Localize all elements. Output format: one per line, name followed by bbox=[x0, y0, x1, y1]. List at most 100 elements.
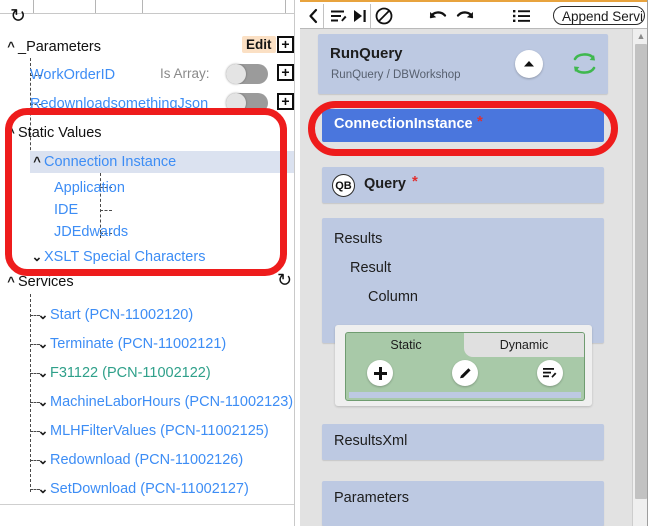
chevron-down-icon: ⌄ bbox=[37, 394, 49, 409]
no-entry-icon[interactable] bbox=[374, 5, 394, 27]
app-root: ↻ ^ _Parameters Edit + WorkOrderID Is Arr… bbox=[0, 0, 648, 526]
is-array-toggle-2[interactable] bbox=[226, 93, 268, 113]
undo-icon[interactable] bbox=[428, 5, 448, 27]
chevron-down-icon: ⌄ bbox=[37, 452, 49, 467]
scroll-up-arrow[interactable]: ▲ bbox=[633, 29, 648, 43]
add-parameter-button[interactable]: + bbox=[277, 36, 294, 53]
chevron-down-icon: ⌄ bbox=[37, 365, 49, 380]
xslt-label: XSLT Special Characters bbox=[44, 249, 206, 265]
add-button[interactable] bbox=[367, 360, 393, 386]
panel-divider bbox=[0, 504, 294, 505]
edit-button[interactable]: Edit bbox=[242, 36, 276, 53]
column-label: Column bbox=[368, 289, 418, 305]
add-row-button[interactable]: + bbox=[277, 64, 294, 81]
chevron-down-icon: ⌄ bbox=[31, 249, 43, 264]
tree-node-application[interactable]: Application bbox=[54, 177, 125, 199]
chevron-down-icon: ⌄ bbox=[37, 336, 49, 351]
toggle-knob bbox=[226, 64, 246, 84]
add-row-button-2[interactable]: + bbox=[277, 93, 294, 110]
connection-instance-label: Connection Instance bbox=[44, 154, 177, 170]
left-tree-panel: ↻ ^ _Parameters Edit + WorkOrderID Is Arr… bbox=[0, 0, 295, 526]
parameters-label: _Parameters bbox=[18, 39, 102, 55]
resultsxml-card[interactable]: ResultsXml bbox=[322, 424, 604, 460]
runquery-header-card[interactable]: RunQuery RunQuery / DBWorkshop bbox=[318, 34, 608, 94]
service-label: Terminate (PCN-11002121) bbox=[50, 336, 227, 352]
editor-toolbar: Append Service C bbox=[300, 2, 648, 29]
edit-lines-button[interactable] bbox=[537, 360, 563, 386]
panel-right-border bbox=[294, 0, 295, 526]
services-label: Services bbox=[18, 274, 74, 290]
tab-container: Static Dynamic bbox=[345, 332, 585, 401]
tree-node-connection-instance[interactable]: ^ Connection Instance bbox=[30, 151, 176, 173]
tab-static[interactable]: Static bbox=[346, 338, 466, 352]
chevron-left-icon[interactable] bbox=[305, 5, 321, 27]
workorderid-label: WorkOrderID bbox=[30, 67, 116, 83]
tree-node-xslt-special-characters[interactable]: ⌄ XSLT Special Characters bbox=[30, 246, 206, 268]
tree-node-jdedwards[interactable]: JDEdwards bbox=[54, 221, 128, 243]
tree-node-parameter-2[interactable]: RedownloadsomethingJson bbox=[30, 93, 208, 115]
edit-button[interactable] bbox=[452, 360, 478, 386]
topbar-divider-2 bbox=[95, 0, 96, 13]
topbar-divider-4 bbox=[285, 0, 286, 13]
connection-instance-label: ConnectionInstance bbox=[334, 116, 473, 132]
toolbar-separator bbox=[370, 4, 371, 28]
service-label: Start (PCN-11002120) bbox=[50, 307, 194, 323]
tree-node-ide[interactable]: IDE bbox=[54, 199, 78, 221]
query-builder-icon[interactable]: QB bbox=[332, 174, 355, 197]
service-item-terminate[interactable]: ⌄ Terminate (PCN-11002121) bbox=[36, 333, 227, 355]
collapse-button[interactable] bbox=[515, 50, 543, 78]
static-values-label: Static Values bbox=[18, 125, 102, 141]
query-row[interactable]: QB Query * bbox=[322, 167, 604, 203]
service-item-machinelaborhours[interactable]: ⌄ MachineLaborHours (PCN-11002123) bbox=[36, 391, 294, 413]
toggle-knob bbox=[226, 93, 246, 113]
service-item-redownload[interactable]: ⌄ Redownload (PCN-11002126) bbox=[36, 449, 244, 471]
step-forward-icon[interactable] bbox=[352, 5, 368, 27]
parameter-2-label: RedownloadsomethingJson bbox=[30, 96, 209, 112]
chevron-down-icon: ⌄ bbox=[37, 423, 49, 438]
service-label: MachineLaborHours (PCN-11002123) bbox=[50, 394, 294, 410]
service-item-f31122[interactable]: ⌄ F31122 (PCN-11002122) bbox=[36, 362, 211, 384]
required-marker: * bbox=[412, 173, 418, 190]
toolbar-separator bbox=[323, 4, 324, 28]
tree-node-static-values[interactable]: ^ Static Values bbox=[4, 122, 102, 144]
static-dynamic-widget: Static Dynamic bbox=[335, 325, 592, 406]
tree-guide-branch bbox=[100, 210, 112, 211]
result-label: Result bbox=[350, 260, 392, 276]
topbar-divider-3 bbox=[142, 0, 143, 13]
resultsxml-label: ResultsXml bbox=[334, 433, 408, 449]
tree-node-services[interactable]: ^ Services bbox=[4, 271, 74, 293]
service-label: MLHFilterValues (PCN-11002125) bbox=[50, 423, 269, 439]
append-service-input[interactable]: Append Service C bbox=[553, 6, 645, 25]
chevron-up-icon: ^ bbox=[33, 154, 41, 169]
editor-canvas: RunQuery RunQuery / DBWorkshop Connectio… bbox=[300, 29, 632, 526]
tree-node-parameters[interactable]: ^ _Parameters bbox=[4, 36, 101, 58]
edit-lines-icon[interactable] bbox=[329, 5, 349, 27]
is-array-label: Is Array: bbox=[160, 66, 210, 81]
service-label: SetDownload (PCN-11002127) bbox=[50, 481, 249, 497]
topbar-divider-1 bbox=[33, 0, 34, 13]
tree-node-workorderid[interactable]: WorkOrderID bbox=[30, 64, 115, 86]
page-title: RunQuery bbox=[330, 45, 403, 62]
services-refresh-icon[interactable]: ↻ bbox=[277, 270, 292, 291]
vertical-scrollbar[interactable]: ▲ bbox=[632, 29, 648, 526]
service-item-setdownload[interactable]: ⌄ SetDownload (PCN-11002127) bbox=[36, 478, 249, 500]
scrollbar-thumb[interactable] bbox=[635, 44, 647, 499]
connection-instance-row[interactable]: ConnectionInstance * bbox=[322, 109, 604, 142]
application-label: Application bbox=[54, 180, 125, 196]
redo-icon[interactable] bbox=[455, 5, 475, 27]
is-array-toggle[interactable] bbox=[226, 64, 268, 84]
breadcrumb: RunQuery / DBWorkshop bbox=[331, 69, 461, 81]
required-marker: * bbox=[477, 113, 483, 130]
sync-icon[interactable] bbox=[569, 48, 600, 84]
service-item-start[interactable]: ⌄ Start (PCN-11002120) bbox=[36, 304, 194, 326]
chevron-up-icon: ^ bbox=[7, 274, 15, 289]
tree-guide-line bbox=[30, 294, 31, 492]
service-item-mlhfiltervalues[interactable]: ⌄ MLHFilterValues (PCN-11002125) bbox=[36, 420, 269, 442]
parameters-card[interactable]: Parameters bbox=[322, 481, 604, 526]
chevron-down-icon: ⌄ bbox=[37, 481, 49, 496]
list-icon[interactable] bbox=[512, 5, 532, 27]
query-label: Query bbox=[364, 176, 406, 192]
tab-dynamic[interactable]: Dynamic bbox=[464, 338, 584, 352]
refresh-icon[interactable]: ↻ bbox=[7, 6, 29, 28]
service-label: F31122 (PCN-11002122) bbox=[50, 365, 211, 381]
